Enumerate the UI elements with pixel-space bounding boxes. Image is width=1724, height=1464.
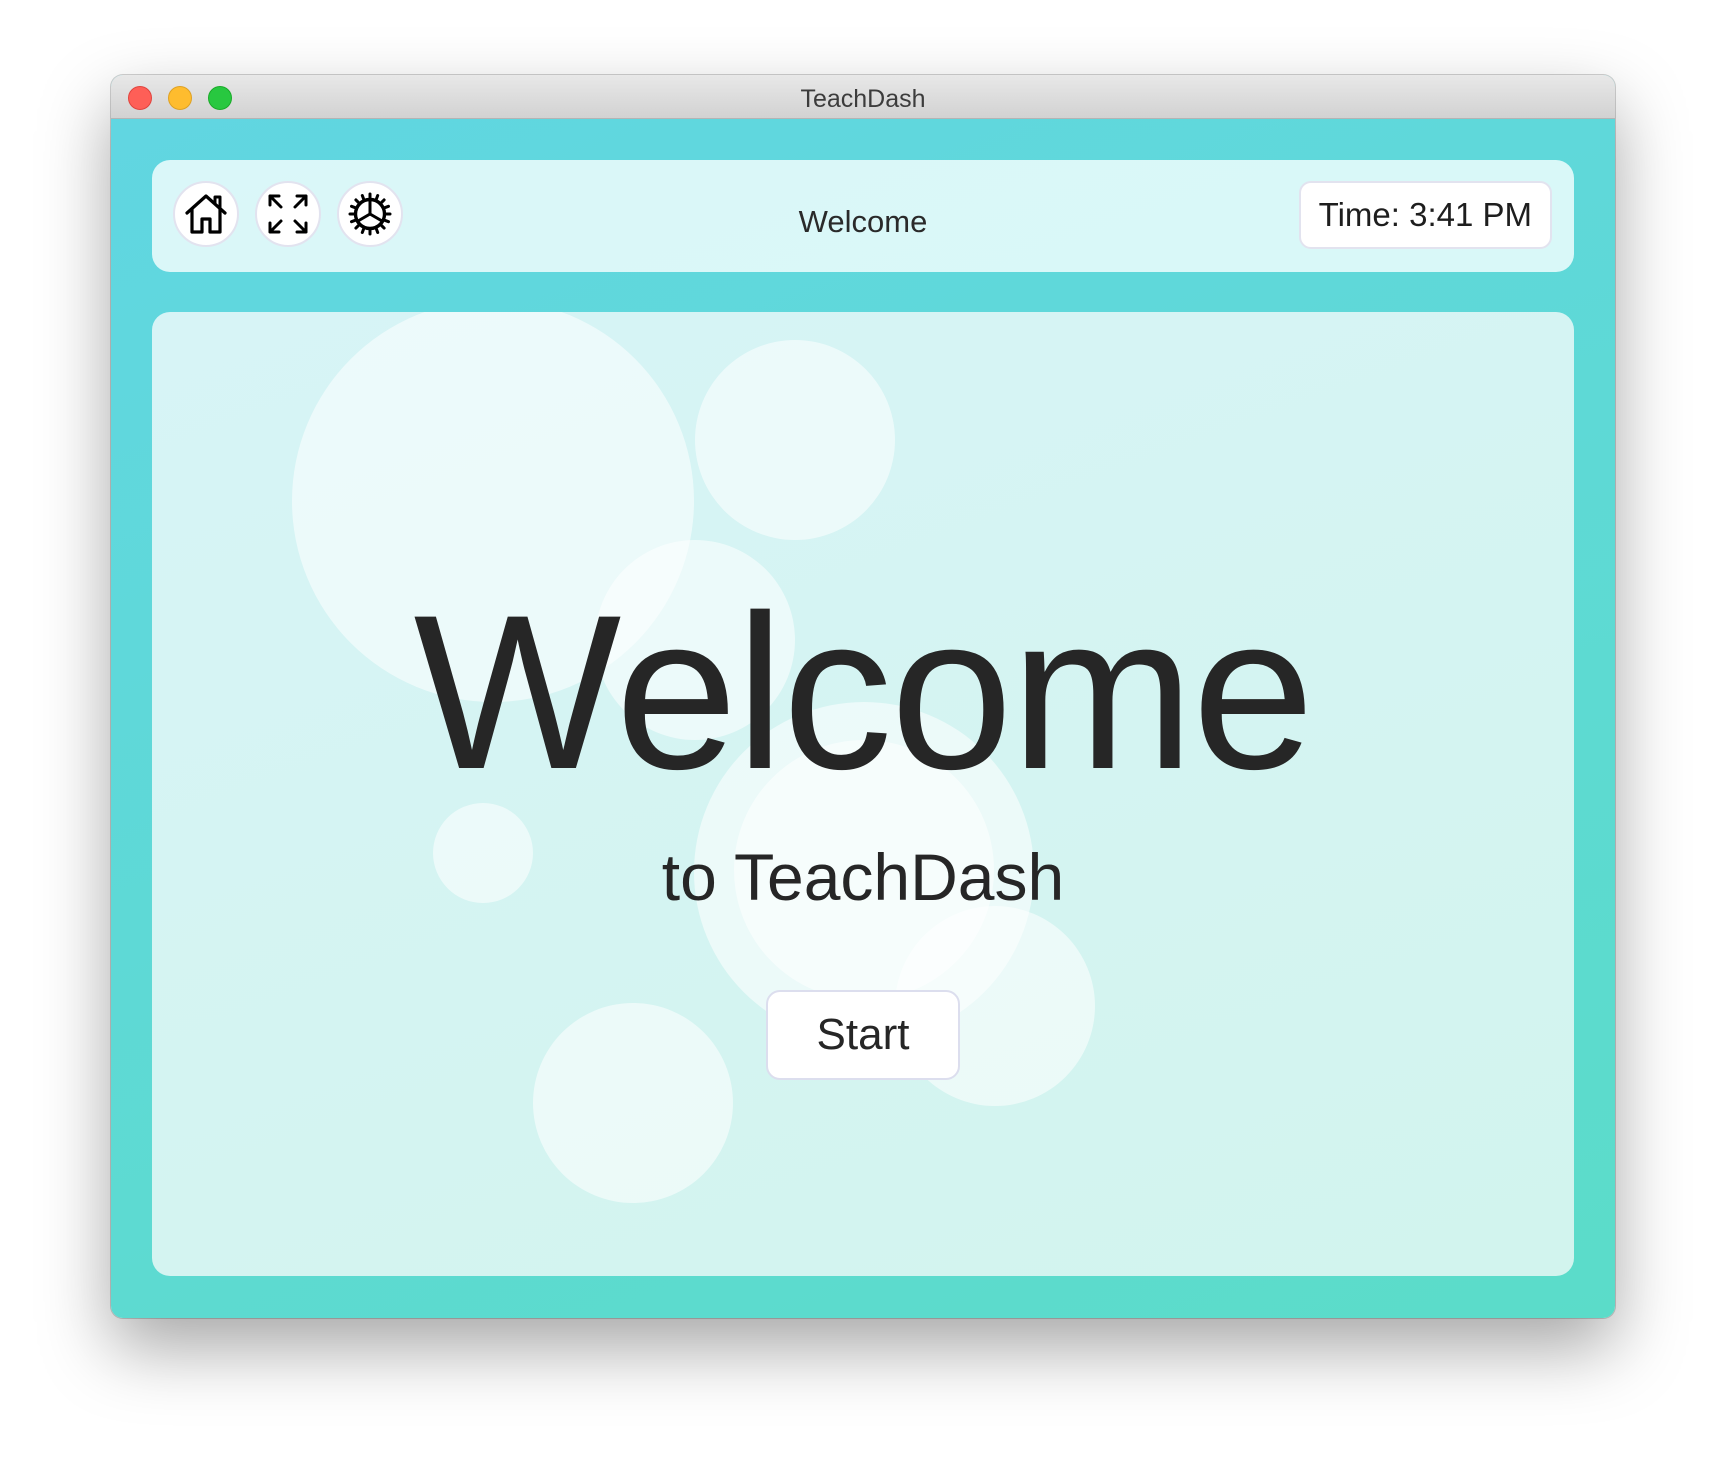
decorative-bubble — [695, 340, 895, 540]
window-titlebar[interactable]: TeachDash — [111, 75, 1615, 119]
welcome-card: Welcome to TeachDash Start — [152, 312, 1574, 1276]
top-toolbar: Welcome Time: 3:41 PM — [152, 160, 1574, 272]
app-window: TeachDash Welcome Time: 3:41 PM Welcome … — [111, 75, 1615, 1318]
time-display: Time: 3:41 PM — [1298, 181, 1552, 249]
hero-title: Welcome — [413, 569, 1315, 815]
hero-subtitle: to TeachDash — [661, 840, 1065, 914]
decorative-bubble — [533, 1003, 733, 1203]
start-button[interactable]: Start — [766, 990, 960, 1080]
window-title: TeachDash — [800, 85, 926, 113]
